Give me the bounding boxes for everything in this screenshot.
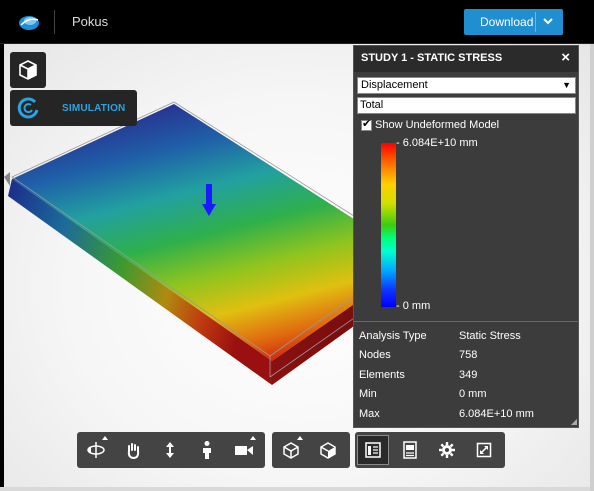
pan-icon (127, 443, 139, 459)
info-value: 758 (459, 349, 478, 361)
simulation-icon (17, 97, 39, 119)
simulation-icon-wrap (10, 90, 46, 126)
flyout-indicator (250, 436, 256, 440)
info-value: 0 mm (459, 388, 487, 400)
vertical-scrollbar[interactable] (590, 44, 594, 491)
download-separator (535, 12, 536, 32)
info-row-elements: Elements 349 (359, 369, 574, 389)
look-at-icon (202, 441, 211, 459)
show-undeformed-label: Show Undeformed Model (375, 119, 500, 131)
title-separator (54, 10, 55, 34)
info-value: 6.084E+10 mm (459, 408, 534, 420)
component-field[interactable]: Total (357, 97, 576, 114)
info-value: 349 (459, 369, 478, 381)
results-panel-button[interactable] (357, 435, 389, 465)
view-icon (319, 442, 336, 459)
legend-max-label: - 6.084E+10 mm (396, 137, 478, 149)
orbit-button[interactable] (77, 432, 114, 468)
legend-color-bar (381, 143, 396, 307)
display-settings-icon (282, 442, 299, 459)
zoom-button[interactable] (151, 432, 188, 468)
legend-min-label: - 0 mm (396, 300, 431, 312)
settings-icon (438, 442, 455, 458)
info-row-max: Max 6.084E+10 mm (359, 408, 574, 428)
view-cube-button[interactable] (10, 52, 46, 88)
legend-max-value: 6.084E+10 mm (402, 137, 478, 149)
flyout-indicator (102, 436, 108, 440)
info-key: Min (359, 388, 377, 400)
result-type-select[interactable]: Displacement ▼ (357, 77, 576, 94)
flyout-indicator (297, 436, 303, 440)
report-button[interactable] (391, 432, 428, 468)
result-type-value: Displacement (361, 79, 428, 91)
download-button[interactable]: Download (464, 9, 563, 35)
view-cube-icon (19, 60, 37, 80)
info-row-analysis-type: Analysis Type Static Stress (359, 330, 574, 350)
settings-button[interactable] (428, 432, 465, 468)
camera-button[interactable] (225, 432, 262, 468)
results-panel: STUDY 1 - STATIC STRESS × Displacement ▼… (353, 45, 579, 428)
fusion-logo-icon[interactable] (18, 11, 40, 33)
fit-icon (476, 442, 491, 458)
download-label: Download (480, 15, 534, 29)
panel-divider (354, 321, 578, 322)
camera-icon (234, 446, 253, 455)
look-at-button[interactable] (188, 432, 225, 468)
simulation-workspace-button[interactable]: SIMULATION (10, 90, 137, 126)
view-button[interactable] (309, 432, 346, 468)
simulation-toolbar (355, 432, 505, 468)
simulation-label: SIMULATION (62, 102, 126, 114)
dropdown-arrow-icon[interactable]: ▼ (562, 78, 571, 93)
results-panel-icon (365, 442, 381, 458)
pan-button[interactable] (114, 432, 151, 468)
show-undeformed-toggle[interactable]: ✔ Show Undeformed Model (361, 117, 500, 131)
info-row-nodes: Nodes 758 (359, 349, 574, 369)
info-value: Static Stress (459, 330, 521, 342)
top-bar: Pokus Download (0, 0, 594, 44)
info-key: Elements (359, 369, 405, 381)
chevron-down-icon[interactable] (542, 13, 554, 29)
fit-button[interactable] (465, 432, 502, 468)
resize-grip-icon[interactable]: ◢ (571, 417, 577, 426)
navigation-toolbar (77, 432, 265, 468)
show-undeformed-checkbox[interactable]: ✔ (361, 117, 372, 131)
report-icon (402, 441, 417, 459)
close-icon[interactable]: × (561, 49, 570, 66)
bottom-edge (0, 487, 590, 491)
display-settings-button[interactable] (272, 432, 309, 468)
document-title: Pokus (72, 14, 109, 29)
info-key: Max (359, 408, 380, 420)
panel-title: STUDY 1 - STATIC STRESS (361, 52, 503, 64)
orbit-icon (86, 442, 105, 458)
info-row-min: Min 0 mm (359, 388, 574, 408)
info-key: Nodes (359, 349, 391, 361)
checkmark-icon: ✔ (362, 117, 372, 130)
display-toolbar (272, 432, 350, 468)
info-key: Analysis Type (359, 330, 427, 342)
zoom-icon (165, 442, 174, 458)
legend-min-value: 0 mm (402, 300, 431, 312)
results-panel-header: STUDY 1 - STATIC STRESS × (354, 46, 578, 72)
